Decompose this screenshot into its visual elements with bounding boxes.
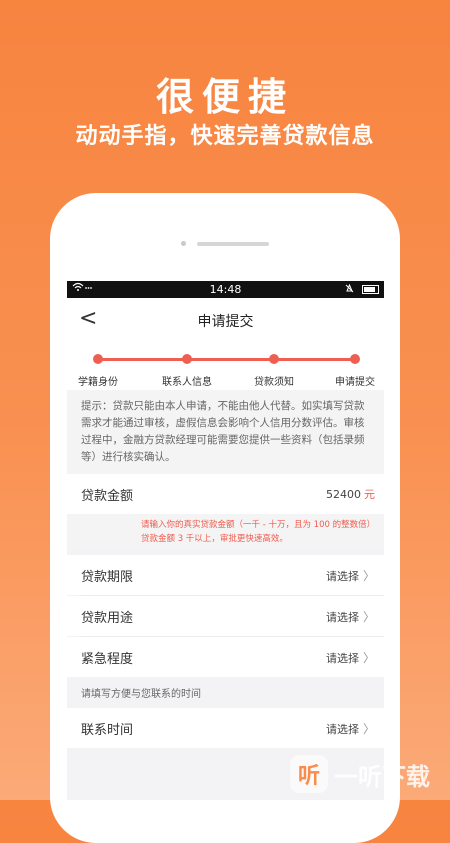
field-value: 请选择	[325, 610, 359, 624]
page-title: 申请提交	[197, 314, 254, 330]
alarm-icon	[345, 283, 354, 296]
amount-hint-line-1: 请输入你的真实贷款金额（一千 - 十万，且为 100 的整数倍）	[141, 520, 376, 530]
step-label: 学籍身份	[78, 377, 118, 388]
loan-amount-value: 52400	[326, 488, 361, 501]
progress-steps: 学籍身份 联系人信息 贷款须知 申请提交	[67, 342, 384, 390]
nav-bar: < 申请提交	[67, 298, 384, 342]
watermark-logo-icon: 听	[290, 755, 328, 793]
chevron-right-icon: 〉	[362, 568, 375, 583]
speaker-grille	[197, 242, 269, 246]
field-value: 请选择	[325, 569, 359, 583]
contact-time-row[interactable]: 联系时间 请选择〉	[67, 708, 384, 748]
field-label: 紧急程度	[81, 651, 134, 667]
step-label: 申请提交	[335, 377, 375, 388]
step-2: 联系人信息	[152, 342, 222, 388]
loan-amount-label: 贷款金额	[81, 488, 134, 504]
battery-icon	[362, 285, 379, 294]
field-label: 贷款期限	[81, 569, 134, 585]
loan-term-row[interactable]: 贷款期限 请选择〉	[67, 555, 384, 595]
watermark-text: 一听下载	[334, 762, 430, 791]
step-dot	[269, 354, 279, 364]
step-dot	[93, 354, 103, 364]
amount-hint: 请输入你的真实贷款金额（一千 - 十万，且为 100 的整数倍） 贷款金额 3 …	[67, 514, 384, 550]
urgency-row[interactable]: 紧急程度 请选择〉	[67, 637, 384, 677]
app-screen: 14:48 < 申请提交 学籍身份 联系人信息 贷款须知 申请提交 提示：贷款只…	[67, 281, 384, 800]
step-label: 联系人信息	[162, 377, 212, 388]
camera-dot	[181, 241, 186, 246]
status-bar: 14:48	[67, 281, 384, 298]
chevron-right-icon: 〉	[362, 609, 375, 624]
step-label: 贷款须知	[254, 377, 294, 388]
loan-amount-unit: 元	[364, 488, 375, 501]
loan-amount-row[interactable]: 贷款金额 52400 元	[67, 474, 384, 514]
contact-section-label: 请填写方便与您联系的时间	[67, 677, 384, 708]
field-label: 联系时间	[81, 722, 134, 738]
loan-amount-input[interactable]: 52400 元	[326, 486, 375, 502]
field-value: 请选择	[325, 722, 359, 736]
chevron-right-icon: 〉	[362, 721, 375, 736]
notice-text: 提示：贷款只能由本人申请，不能由他人代替。如实填写贷款需求才能通过审核，虚假信息…	[67, 390, 384, 474]
step-dot	[182, 354, 192, 364]
promo-title: 很便捷	[155, 75, 294, 119]
promo-subtitle: 动动手指，快速完善贷款信息	[75, 124, 375, 149]
status-time: 14:48	[209, 283, 242, 296]
step-4: 申请提交	[320, 342, 384, 388]
chevron-right-icon: 〉	[362, 650, 375, 665]
watermark: 听 一听下载	[290, 755, 430, 793]
amount-hint-line-2: 贷款金额 3 千以上，审批更快速高效。	[141, 534, 288, 544]
field-label: 贷款用途	[81, 610, 134, 626]
field-value: 请选择	[325, 651, 359, 665]
step-1: 学籍身份	[67, 342, 133, 388]
step-3: 贷款须知	[239, 342, 309, 388]
progress-line	[97, 358, 354, 361]
loan-purpose-row[interactable]: 贷款用途 请选择〉	[67, 596, 384, 636]
step-dot	[350, 354, 360, 364]
